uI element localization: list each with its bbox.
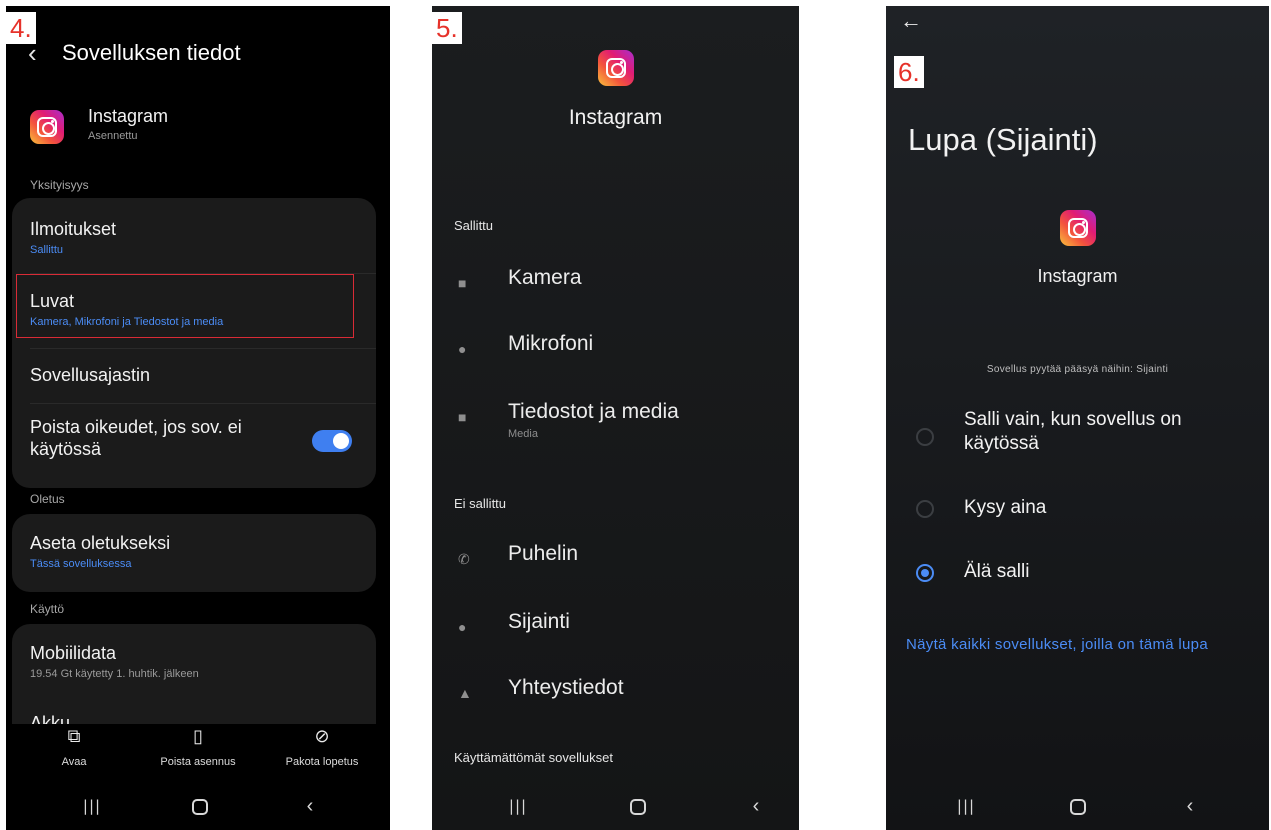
app-timer-row[interactable]: Sovellusajastin [12, 364, 376, 394]
action-label: Pakota lopetus [285, 756, 359, 768]
step-badge: 6. [894, 56, 924, 88]
section-label-unused-apps: Käyttämättömät sovellukset [454, 750, 613, 765]
permission-label: Yhteystiedot [508, 676, 624, 699]
app-install-status: Asennettu [88, 130, 138, 142]
row-subtitle: Tässä sovelluksessa [30, 558, 132, 570]
option-label: Älä salli [964, 561, 1030, 582]
permission-files-media[interactable]: ■ Tiedostot ja media Media [432, 400, 799, 448]
page-title: Sovelluksen tiedot [62, 40, 241, 65]
option-ask-every-time[interactable]: Kysy aina [886, 494, 1269, 524]
recents-icon[interactable]: ||| [498, 788, 538, 824]
row-subtitle: Sallittu [30, 244, 64, 256]
microphone-icon: ● [458, 341, 467, 357]
phone-screen-permissions: 5. Instagram Sallittu ■ Kamera ● Mikrofo… [432, 6, 799, 830]
camera-icon: ■ [458, 275, 467, 291]
permission-label: Kamera [508, 266, 582, 289]
option-deny[interactable]: Älä salli [886, 558, 1269, 588]
radio-button-selected[interactable] [916, 564, 934, 582]
remove-permissions-row[interactable]: Poista oikeudet, jos sov. ei käytössä [12, 416, 376, 472]
app-name: Instagram [1037, 266, 1118, 286]
step-badge: 4. [6, 12, 36, 44]
permission-location[interactable]: ● Sijainti [432, 610, 799, 658]
permission-label: Mikrofoni [508, 332, 594, 355]
notifications-row[interactable]: Ilmoitukset Sallittu [12, 218, 376, 268]
remove-permissions-toggle[interactable] [312, 430, 352, 452]
app-header: Instagram Asennettu [30, 106, 370, 152]
instagram-icon [30, 110, 64, 144]
phone-screen-location-permission: ← 6. Lupa (Sijainti) Instagram Sovellus … [886, 6, 1269, 830]
system-nav-bar: ||| ‹ [886, 782, 1269, 830]
section-label-privacy: Yksityisyys [30, 178, 89, 192]
back-nav-icon[interactable]: ‹ [290, 788, 330, 824]
row-title: Ilmoitukset [30, 219, 117, 239]
row-title: Mobiilidata [30, 643, 117, 663]
privacy-card: Ilmoitukset Sallittu Luvat Kamera, Mikro… [12, 198, 376, 488]
app-name: Instagram [88, 106, 169, 126]
row-title: Sovellusajastin [30, 365, 151, 385]
instagram-icon [597, 50, 634, 86]
mobile-data-row[interactable]: Mobiilidata 19.54 Gt käytetty 1. huhtik.… [12, 642, 376, 688]
back-arrow-icon[interactable]: ← [900, 8, 922, 34]
folder-icon: ■ [458, 409, 467, 425]
action-label: Avaa [61, 756, 87, 768]
option-allow-while-using[interactable]: Salli vain, kun sovellus on käytössä [886, 406, 1269, 466]
permission-camera[interactable]: ■ Kamera [432, 266, 799, 314]
app-bar: ‹ Sovelluksen tiedot [6, 36, 390, 76]
app-header: Instagram [886, 210, 1269, 287]
section-label-default: Oletus [30, 492, 65, 506]
location-icon: ● [458, 619, 467, 635]
phone-screen-app-info: 4. ‹ Sovelluksen tiedot Instagram Asenne… [6, 6, 390, 830]
home-icon[interactable] [1058, 788, 1098, 824]
recents-icon[interactable]: ||| [72, 788, 112, 824]
block-icon: ⊘ [314, 726, 330, 746]
trash-icon: ▯ [193, 726, 203, 746]
permission-label: Tiedostot ja media [508, 400, 679, 423]
open-button[interactable]: ⧉ Avaa [14, 724, 134, 768]
force-stop-button[interactable]: ⊘ Pakota lopetus [262, 724, 382, 768]
system-nav-bar: ||| ‹ [432, 782, 799, 830]
bottom-action-bar: ⧉ Avaa ▯ Poista asennus ⊘ Pakota lopetus [6, 724, 390, 786]
section-label-allowed: Sallittu [454, 218, 494, 233]
home-icon[interactable] [618, 788, 658, 824]
permission-label: Puhelin [508, 542, 579, 565]
section-label-usage: Käyttö [30, 602, 65, 616]
permission-label: Sijainti [508, 610, 570, 633]
row-subtitle: 19.54 Gt käytetty 1. huhtik. jälkeen [30, 668, 199, 680]
recents-icon[interactable]: ||| [946, 788, 986, 824]
action-label: Poista asennus [160, 756, 236, 768]
divider [30, 403, 376, 404]
show-all-apps-link[interactable]: Näytä kaikki sovellukset, joilla on tämä… [906, 634, 1246, 656]
back-nav-icon[interactable]: ‹ [736, 788, 776, 824]
app-name: Instagram [568, 106, 663, 129]
instagram-icon [1059, 210, 1096, 246]
highlight-box [16, 274, 354, 338]
option-label: Salli vain, kun sovellus on käytössä [964, 409, 1182, 454]
row-title: Poista oikeudet, jos sov. ei käytössä [30, 417, 242, 459]
radio-button[interactable] [916, 428, 934, 446]
uninstall-button[interactable]: ▯ Poista asennus [138, 724, 258, 768]
app-header: Instagram [432, 50, 799, 130]
radio-button[interactable] [916, 500, 934, 518]
permission-contacts[interactable]: ▲ Yhteystiedot [432, 676, 799, 724]
default-card: Aseta oletukseksi Tässä sovelluksessa [12, 514, 376, 592]
home-icon[interactable] [180, 788, 220, 824]
open-external-icon: ⧉ [67, 726, 81, 746]
row-title: Aseta oletukseksi [30, 533, 171, 553]
section-label-denied: Ei sallittu [454, 496, 507, 511]
permission-microphone[interactable]: ● Mikrofoni [432, 332, 799, 380]
contacts-icon: ▲ [458, 685, 472, 701]
system-nav-bar: ||| ‹ [6, 782, 390, 830]
step-badge: 5. [432, 12, 462, 44]
divider [30, 348, 376, 349]
phone-icon: ✆ [458, 551, 470, 567]
permission-phone[interactable]: ✆ Puhelin [432, 542, 799, 590]
set-default-row[interactable]: Aseta oletukseksi Tässä sovelluksessa [12, 532, 376, 578]
back-nav-icon[interactable]: ‹ [1170, 788, 1210, 824]
permission-request-text: Sovellus pyytää pääsyä näihin: Sijainti [986, 364, 1169, 375]
permission-sublabel: Media [508, 428, 538, 440]
page-title: Lupa (Sijainti) [908, 122, 1098, 157]
option-label: Kysy aina [964, 497, 1047, 518]
